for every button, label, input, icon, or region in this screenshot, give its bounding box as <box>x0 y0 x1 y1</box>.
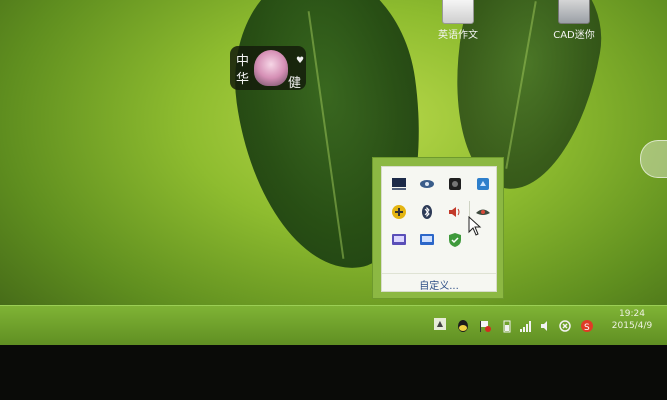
clock-time: 19:24 <box>619 309 645 319</box>
document-icon <box>442 0 474 24</box>
screen-icon[interactable] <box>419 232 435 248</box>
signal-icon[interactable] <box>519 319 533 333</box>
volume-icon[interactable] <box>447 204 463 220</box>
widget-char: 健 <box>288 76 302 91</box>
desktop-icon-label: CAD迷你 <box>553 30 595 41</box>
shield-icon[interactable] <box>447 232 463 248</box>
close-circle-icon[interactable] <box>558 319 572 333</box>
widget-char: 中 <box>236 54 250 69</box>
desktop-widget[interactable]: 中 华 ♥ 健 <box>230 46 306 91</box>
taskbar: ▲ S 19:24 2015/4/9 <box>0 305 667 345</box>
edge-widget[interactable] <box>640 140 667 178</box>
speaker-icon[interactable] <box>539 319 553 333</box>
desktop-icon-cad[interactable]: CAD迷你 <box>548 0 600 41</box>
desktop-icon-english-essay[interactable]: 英语作文 <box>428 0 488 41</box>
bluetooth-icon[interactable] <box>419 204 435 220</box>
network-icon[interactable] <box>419 176 435 192</box>
heart-icon: ♥ <box>296 56 305 66</box>
security-icon[interactable] <box>391 204 407 220</box>
mouse-cursor-icon <box>468 216 482 236</box>
show-hidden-icons-button[interactable]: ▲ <box>434 318 446 330</box>
app-icon[interactable] <box>447 176 463 192</box>
lotus-icon <box>254 50 288 86</box>
blue-app-icon[interactable] <box>475 176 491 192</box>
clock[interactable]: 19:24 2015/4/9 <box>602 308 662 332</box>
cad-icon <box>558 0 590 24</box>
monitor-bezel <box>0 345 667 400</box>
monitor-icon[interactable] <box>391 176 407 192</box>
customize-link[interactable]: 自定义... <box>382 273 496 292</box>
desktop: 英语作文 CAD迷你 中 华 ♥ 健 自定义... ▲ S 19:24 2015… <box>0 0 667 345</box>
clock-date: 2015/4/9 <box>611 321 653 331</box>
sogou-icon[interactable]: S <box>580 319 594 333</box>
widget-char: 华 <box>236 72 250 87</box>
notification-overflow-popup: 自定义... <box>372 157 504 299</box>
qq-icon[interactable] <box>456 319 470 333</box>
flag-icon[interactable] <box>478 319 492 333</box>
svg-text:S: S <box>584 323 590 333</box>
desktop-icon-label: 英语作文 <box>438 30 478 41</box>
display-icon[interactable] <box>391 232 407 248</box>
battery-icon[interactable] <box>500 319 514 333</box>
